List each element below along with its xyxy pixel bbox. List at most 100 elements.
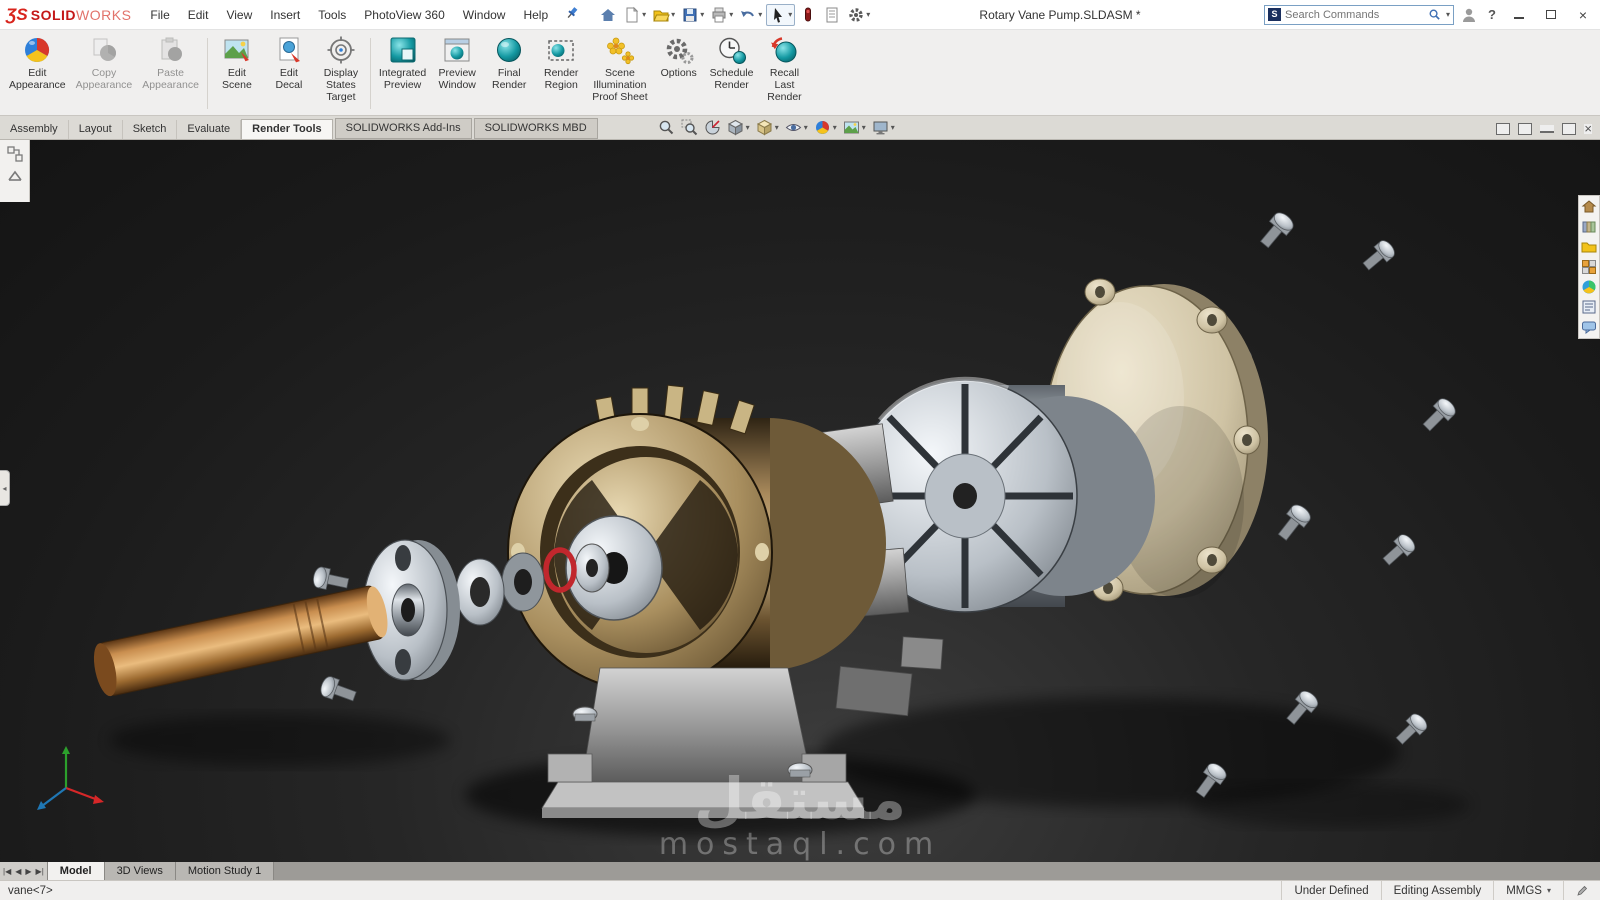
edit-scene-button[interactable]: Edit Scene (211, 32, 263, 115)
display-states-target-button[interactable]: Display States Target (315, 32, 367, 115)
options-gear-button[interactable]: ▾ (845, 4, 872, 26)
save-caret-icon[interactable]: ▾ (700, 10, 704, 19)
new-doc-caret-icon[interactable]: ▾ (642, 10, 646, 19)
view-palette-icon[interactable] (1581, 259, 1597, 275)
graphics-viewport[interactable]: ◂ مستقل mostaql.com (0, 140, 1600, 862)
ribbon-label: Schedule Render (709, 67, 754, 91)
doc-tab-model[interactable]: Model (47, 862, 105, 880)
scroll-first-icon[interactable]: |◀ (3, 867, 11, 876)
appearance-hud-caret-icon[interactable]: ▾ (833, 123, 837, 132)
resources-home-icon[interactable] (1581, 199, 1597, 215)
undo-caret-icon[interactable]: ▾ (758, 10, 762, 19)
tab-render-tools[interactable]: Render Tools (241, 119, 333, 139)
maximize-window-button[interactable] (1538, 4, 1564, 26)
apply-scene-caret-icon[interactable]: ▾ (862, 123, 866, 132)
user-account-icon[interactable] (1460, 6, 1478, 24)
open-caret-icon[interactable]: ▾ (671, 10, 675, 19)
scene-illumination-proof-sheet-button[interactable]: Scene Illumination Proof Sheet (587, 32, 652, 115)
display-style-caret-icon[interactable]: ▾ (775, 123, 779, 132)
render-region-button[interactable]: Render Region (535, 32, 587, 115)
tab-solidworks-mbd[interactable]: SOLIDWORKS MBD (473, 118, 598, 139)
file-explorer-icon[interactable] (1581, 239, 1597, 255)
assembly-tree-icon[interactable] (6, 146, 23, 162)
zoom-fit-button[interactable] (658, 119, 675, 136)
minimize-window-button[interactable] (1506, 4, 1532, 26)
ribbon-label: Options (660, 67, 697, 79)
menu-file[interactable]: File (141, 0, 178, 30)
display-pane-icon[interactable] (7, 168, 23, 184)
photoview-options-button[interactable]: Options (653, 32, 705, 115)
design-library-icon[interactable] (1581, 219, 1597, 235)
panel-expand-handle[interactable]: ◂ (0, 470, 10, 506)
print-caret-icon[interactable]: ▾ (729, 10, 733, 19)
forum-icon[interactable] (1581, 319, 1597, 335)
menu-window[interactable]: Window (454, 0, 515, 30)
edit-appearance-hud-button[interactable]: ▾ (814, 119, 837, 136)
apply-scene-button[interactable]: ▾ (843, 119, 866, 136)
pin-menu-icon[interactable] (565, 6, 579, 23)
task-list-button[interactable] (821, 4, 843, 26)
menu-photoview360[interactable]: PhotoView 360 (355, 0, 454, 30)
search-input[interactable] (1285, 8, 1425, 21)
menubar-right-group: S ▾ ? × (1264, 4, 1600, 26)
scroll-next-icon[interactable]: ▶ (25, 867, 31, 876)
view-settings-button[interactable]: ▾ (872, 119, 895, 136)
search-icon[interactable] (1428, 8, 1441, 21)
hide-show-caret-icon[interactable]: ▾ (804, 123, 808, 132)
close-window-button[interactable]: × (1570, 4, 1596, 26)
view-orientation-caret-icon[interactable]: ▾ (746, 123, 750, 132)
preview-window-button[interactable]: Preview Window (431, 32, 483, 115)
edit-appearance-button[interactable]: Edit Appearance (4, 32, 71, 115)
tab-layout[interactable]: Layout (69, 120, 123, 139)
pane-split-1-button[interactable] (1496, 123, 1511, 135)
tab-evaluate[interactable]: Evaluate (177, 120, 242, 139)
integrated-preview-button[interactable]: Integrated Preview (374, 32, 431, 115)
menu-tools[interactable]: Tools (309, 0, 355, 30)
print-button[interactable]: ▾ (708, 4, 735, 26)
zoom-area-button[interactable] (681, 119, 698, 136)
section-view-button[interactable] (704, 119, 721, 136)
help-button[interactable]: ? (1484, 7, 1500, 22)
hide-show-items-button[interactable]: ▾ (785, 119, 808, 136)
undo-button[interactable]: ▾ (737, 4, 764, 26)
menu-insert[interactable]: Insert (261, 0, 309, 30)
heads-up-view-toolbar: ▾ ▾ ▾ ▾ ▾ ▾ (658, 119, 895, 139)
final-render-button[interactable]: Final Render (483, 32, 535, 115)
options-caret-icon[interactable]: ▾ (866, 10, 870, 19)
menu-edit[interactable]: Edit (179, 0, 218, 30)
paste-appearance-button[interactable]: Paste Appearance (137, 32, 204, 115)
appearances-scenes-icon[interactable] (1581, 279, 1597, 295)
doc-minimize-button[interactable] (1540, 125, 1555, 133)
tab-sketch[interactable]: Sketch (123, 120, 178, 139)
doc-restore-button[interactable] (1562, 123, 1577, 135)
quick-tips-toggle[interactable] (1563, 881, 1600, 900)
scroll-last-icon[interactable]: ▶| (36, 867, 44, 876)
new-document-button[interactable]: ▾ (621, 4, 648, 26)
search-commands-box[interactable]: S ▾ (1264, 4, 1455, 25)
home-button[interactable] (597, 4, 619, 26)
menu-help[interactable]: Help (514, 0, 557, 30)
open-document-button[interactable]: ▾ (650, 4, 677, 26)
menu-view[interactable]: View (217, 0, 261, 30)
schedule-render-button[interactable]: Schedule Render (705, 32, 759, 115)
appearance-target-icon[interactable] (797, 4, 819, 26)
save-button[interactable]: ▾ (679, 4, 706, 26)
edit-decal-button[interactable]: Edit Decal (263, 32, 315, 115)
tab-solidworks-addins[interactable]: SOLIDWORKS Add-Ins (334, 118, 472, 139)
copy-appearance-button[interactable]: Copy Appearance (71, 32, 138, 115)
search-caret-icon[interactable]: ▾ (1446, 10, 1450, 19)
doc-tab-3d-views[interactable]: 3D Views (104, 862, 176, 880)
units-selector[interactable]: MMGS ▾ (1493, 881, 1563, 900)
tab-assembly[interactable]: Assembly (0, 120, 69, 139)
doc-tab-motion-study[interactable]: Motion Study 1 (175, 862, 275, 880)
select-caret-icon[interactable]: ▾ (788, 10, 792, 19)
custom-properties-icon[interactable] (1581, 299, 1597, 315)
display-style-button[interactable]: ▾ (756, 119, 779, 136)
view-settings-caret-icon[interactable]: ▾ (891, 123, 895, 132)
select-tool-button[interactable]: ▾ (766, 3, 796, 26)
pane-split-2-button[interactable] (1518, 123, 1533, 135)
doc-close-button[interactable]: × (1584, 122, 1592, 135)
scroll-prev-icon[interactable]: ◀ (15, 867, 21, 876)
recall-last-render-button[interactable]: Recall Last Render (758, 32, 810, 115)
view-orientation-button[interactable]: ▾ (727, 119, 750, 136)
